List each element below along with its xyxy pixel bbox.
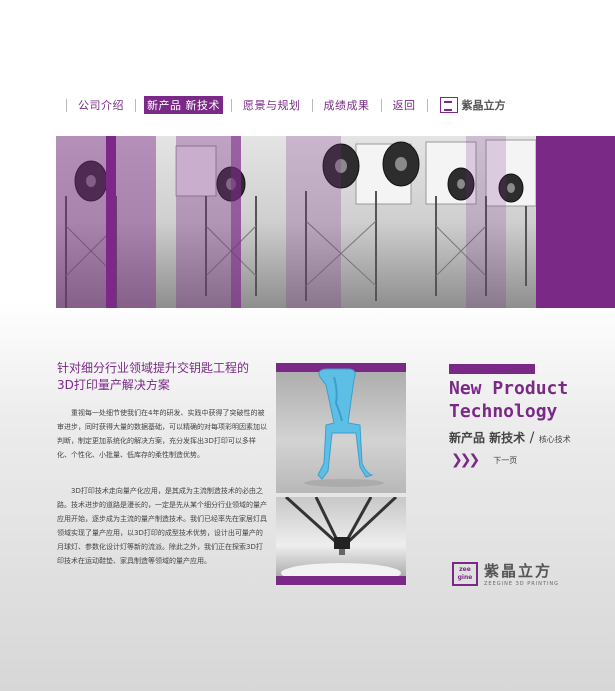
title-en-line-1: New Product (449, 378, 569, 399)
brand-name-en: ZEEGINE 3D PRINTING (484, 581, 560, 587)
nav-divider (311, 98, 313, 112)
printer-head-photo (276, 497, 406, 585)
nav-item-new-products[interactable]: 新产品 新技术 (144, 96, 223, 114)
delta-printer-image (281, 497, 401, 583)
nav-logo[interactable]: 紫晶立方 (439, 97, 506, 113)
headline-line-2: 3D打印量产解决方案 (57, 378, 170, 392)
brand-mark-icon: zee gine (452, 561, 478, 586)
title-en-line-2: Technology (449, 401, 558, 422)
top-nav: 公司介绍 新产品 新技术 愿景与规划 成绩成果 返回 紫晶立方 (58, 96, 506, 114)
subtitle-main: 新产品 新技术 (449, 431, 526, 445)
headline: 针对细分行业领域提升交钥匙工程的 3D打印量产解决方案 (57, 360, 277, 394)
nav-item-back[interactable]: 返回 (390, 96, 419, 114)
nav-divider (66, 98, 67, 112)
nav-item-company[interactable]: 公司介绍 (75, 96, 127, 114)
nav-item-achievements[interactable]: 成绩成果 (321, 96, 373, 114)
headline-line-1: 针对细分行业领域提升交钥匙工程的 (57, 361, 250, 375)
blue-chair-image (304, 368, 384, 487)
title-accent-bar (449, 364, 535, 374)
page: 公司介绍 新产品 新技术 愿景与规划 成绩成果 返回 紫晶立方 针对细分行业领域… (0, 0, 615, 691)
paragraph-2: 3D打印技术走向量产化应用，是其成为主流制造技术的必由之路。技术进步的道路是漫长… (57, 487, 267, 565)
nav-divider (426, 98, 428, 112)
paragraph-1: 重视每一处细节使我们在4年的研发、实践中获得了突破性的被审进步，同时获得大量的数… (57, 409, 267, 459)
subtitle: 新产品 新技术 / 核心技术 (449, 430, 571, 446)
hero-image (56, 136, 615, 308)
subtitle-small: 核心技术 (538, 435, 571, 444)
brand-mark-top: zee (459, 565, 471, 573)
nav-logo-text: 紫晶立方 (461, 99, 506, 112)
nav-divider (135, 98, 136, 112)
nav-item-vision[interactable]: 愿景与规划 (240, 96, 304, 114)
logo-mark-icon (439, 97, 458, 113)
next-page-label: 下一页 (493, 455, 518, 465)
photo-accent-bar (276, 576, 406, 585)
nav-divider (231, 98, 232, 112)
next-page-button[interactable]: ❯❯❯ 下一页 (451, 452, 517, 468)
printer-factory-photo (56, 136, 615, 308)
brand-mark-bottom: gine (457, 573, 473, 581)
brand-logo: zee gine 紫晶立方 ZEEGINE 3D PRINTING (452, 560, 559, 587)
brand-name-cn: 紫晶立方 (484, 562, 553, 580)
chair-photo (276, 363, 406, 493)
chevron-right-icon: ❯❯❯ (451, 452, 480, 468)
nav-divider (380, 98, 382, 112)
title-en: New Product Technology (449, 377, 568, 423)
